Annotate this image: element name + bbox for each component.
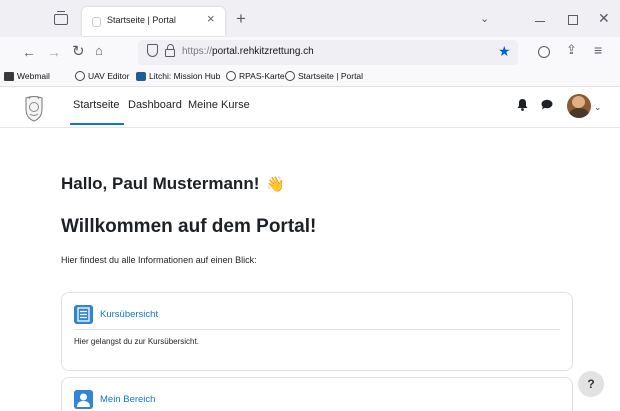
bookmark-label: Litchi: Mission Hub (149, 71, 221, 81)
bookmark-label: UAV Editor (88, 71, 130, 81)
greeting-heading: Hallo, Paul Mustermann! 👋 (61, 174, 285, 194)
nav-dashboard[interactable]: Dashboard (128, 99, 182, 111)
nav-meine-kurse[interactable]: Meine Kurse (188, 99, 250, 111)
nav-active-indicator (70, 123, 124, 125)
bookmark-label: Webmail (17, 71, 50, 81)
card-title-link[interactable]: Kursübersicht (100, 309, 158, 320)
url-scheme: https:// (182, 46, 213, 57)
bookmark-rpas-karte[interactable]: RPAS-Karte (226, 71, 285, 81)
card-title-link[interactable]: Mein Bereich (100, 394, 155, 405)
bookmark-label: RPAS-Karte (239, 71, 285, 81)
mail-icon (4, 71, 14, 81)
bookmark-uav-editor[interactable]: UAV Editor (75, 71, 129, 81)
bell-icon[interactable] (517, 98, 528, 111)
chat-icon[interactable] (541, 99, 553, 110)
new-tab-icon[interactable]: + (236, 10, 246, 27)
intro-text: Hier findest du alle Informationen auf e… (61, 255, 257, 265)
bookmark-label: Startseite | Portal (298, 71, 364, 81)
globe-icon (285, 71, 295, 81)
url-text[interactable]: https://portal.rehkitzrettung.ch (182, 46, 314, 57)
window-close-icon[interactable]: ✕ (598, 11, 610, 25)
card-divider (74, 329, 560, 330)
tracking-shield-icon[interactable] (147, 44, 158, 57)
card-kursuebersicht: Kursübersicht Hier gelangst du zur Kursü… (61, 292, 573, 371)
site-logo[interactable] (22, 95, 46, 122)
url-bar[interactable]: https://portal.rehkitzrettung.ch ★ (138, 40, 518, 65)
card-description: Hier gelangst du zur Kursübersicht. (74, 337, 199, 346)
home-icon[interactable]: ⌂ (95, 43, 103, 58)
litchi-icon (136, 71, 146, 81)
help-button[interactable]: ? (578, 371, 604, 397)
back-icon[interactable]: ← (22, 44, 36, 60)
tab-overflow-icon[interactable]: ⌄ (480, 12, 489, 25)
reload-icon[interactable]: ↻ (72, 42, 85, 60)
user-icon[interactable] (74, 390, 93, 409)
chevron-down-icon[interactable]: ⌄ (594, 102, 602, 113)
nav-startseite[interactable]: Startseite (73, 99, 119, 111)
course-list-icon[interactable] (74, 305, 93, 324)
bookmark-startseite[interactable]: Startseite | Portal (285, 71, 363, 81)
browser-nav-bar: ← → ↻ ⌂ https://portal.rehkitzrettung.ch… (0, 37, 620, 68)
bookmark-star-icon[interactable]: ★ (498, 43, 511, 60)
share-icon[interactable]: ⇪ (566, 42, 577, 58)
browser-tab-active[interactable]: Startseite | Portal × (82, 7, 225, 36)
lock-icon[interactable] (165, 44, 175, 57)
window-minimize-icon[interactable] (535, 21, 545, 22)
bookmark-webmail[interactable]: Webmail (4, 71, 50, 81)
browser-tab-strip: Startseite | Portal × + ⌄ ✕ (0, 0, 620, 37)
tab-title: Startseite | Portal (107, 15, 176, 25)
globe-icon (75, 71, 85, 81)
tab-list-icon[interactable] (54, 11, 68, 25)
welcome-heading: Willkommen auf dem Portal! (61, 216, 317, 237)
site-header: Startseite Dashboard Meine Kurse ⌄ (0, 88, 620, 128)
waving-hand-icon: 👋 (266, 176, 286, 193)
url-domain: portal.rehkitzrettung.ch (212, 46, 314, 57)
forward-icon[interactable]: → (47, 44, 61, 60)
user-avatar[interactable] (567, 94, 591, 118)
bookmarks-bar: Webmail UAV Editor Litchi: Mission Hub R… (0, 68, 620, 87)
tab-favicon-icon (92, 17, 101, 27)
account-icon[interactable] (538, 46, 550, 58)
window-maximize-icon[interactable] (568, 15, 578, 25)
greeting-text: Hallo, Paul Mustermann! (61, 174, 260, 193)
tab-close-icon[interactable]: × (207, 12, 215, 26)
card-mein-bereich: Mein Bereich (61, 377, 573, 411)
bookmark-litchi[interactable]: Litchi: Mission Hub (136, 71, 220, 81)
globe-icon (226, 71, 236, 81)
hamburger-menu-icon[interactable]: ≡ (594, 42, 602, 58)
